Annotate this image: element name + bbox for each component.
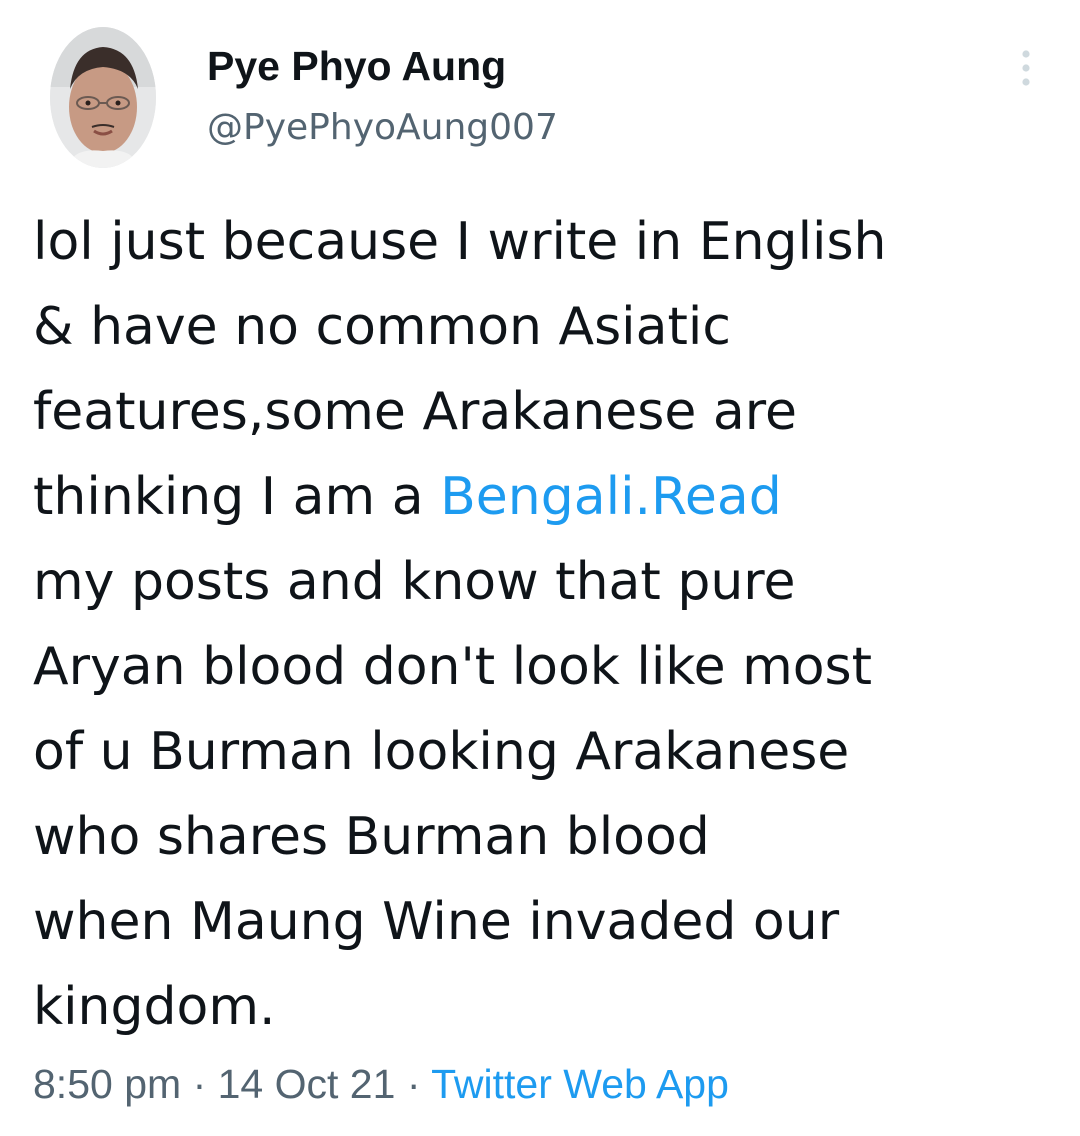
vertical-ellipsis-icon bbox=[1022, 50, 1030, 86]
tweet-line: thinking I am a Bengali.Read bbox=[33, 455, 1043, 540]
user-handle[interactable]: @PyePhyoAung007 bbox=[207, 104, 558, 152]
tweet-line: lol just because I write in English bbox=[33, 212, 887, 272]
tweet-line: who shares Burman blood bbox=[33, 807, 710, 867]
tweet-line-text: thinking I am a bbox=[33, 467, 441, 527]
profile-photo bbox=[50, 27, 156, 168]
tweet-date[interactable]: 14 Oct 21 bbox=[218, 1061, 396, 1107]
tweet-line: & have no common Asiatic bbox=[33, 297, 731, 357]
tweet-line: kingdom. bbox=[33, 977, 276, 1037]
tweet-card: Pye Phyo Aung @PyePhyoAung007 lol just b… bbox=[0, 0, 1080, 1136]
tweet-text: lol just because I write in English & ha… bbox=[33, 200, 1043, 1050]
tweet-metadata: 8:50 pm · 14 Oct 21 · Twitter Web App bbox=[33, 1058, 729, 1110]
tweet-line: when Maung Wine invaded our bbox=[33, 892, 840, 952]
tweet-line: Aryan blood don't look like most bbox=[33, 637, 873, 697]
inline-link[interactable]: Bengali.Read bbox=[440, 467, 782, 527]
tweet-line: features,some Arakanese are bbox=[33, 382, 797, 442]
tweet-line: of u Burman looking Arakanese bbox=[33, 722, 850, 782]
meta-separator: · bbox=[192, 1061, 207, 1107]
more-options-button[interactable] bbox=[1006, 44, 1046, 92]
meta-separator: · bbox=[406, 1061, 421, 1107]
tweet-line: my posts and know that pure bbox=[33, 552, 796, 612]
avatar[interactable] bbox=[50, 27, 156, 168]
author-info: Pye Phyo Aung @PyePhyoAung007 bbox=[207, 42, 558, 152]
tweet-time[interactable]: 8:50 pm bbox=[33, 1061, 181, 1107]
tweet-source-link[interactable]: Twitter Web App bbox=[431, 1061, 729, 1107]
display-name[interactable]: Pye Phyo Aung bbox=[207, 42, 558, 90]
